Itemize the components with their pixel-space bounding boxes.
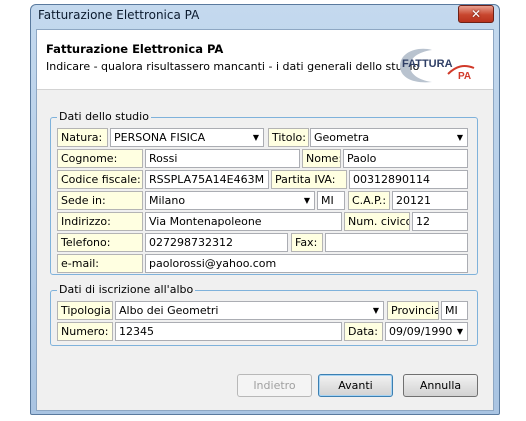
data-value: 09/09/1990 (389, 325, 453, 338)
window-title: Fatturazione Elettronica PA (38, 8, 200, 22)
wizard-subtitle: Indicare - qualora risultassero mancanti… (46, 60, 420, 73)
cognome-field[interactable]: Rossi (145, 149, 300, 168)
numero-field[interactable]: 12345 (115, 322, 342, 341)
fax-field[interactable] (325, 233, 468, 252)
wizard-title: Fatturazione Elettronica PA (46, 42, 224, 56)
cap-field[interactable]: 20121 (392, 191, 468, 210)
tipologia-value: Albo dei Geometri (119, 304, 219, 317)
label-cognome: Cognome: (57, 149, 143, 168)
sede-value: Milano (149, 194, 186, 207)
email-field[interactable]: paolorossi@yahoo.com (145, 254, 468, 273)
data-picker[interactable]: 09/09/1990 ▼ (385, 322, 468, 341)
group-iscrizione-albo-legend: Dati di iscrizione all'albo (57, 283, 196, 296)
label-indirizzo: Indirizzo: (57, 212, 143, 231)
fattura-pa-logo: FATTURA PA (400, 48, 475, 83)
label-fax: Fax: (291, 233, 323, 252)
label-sede: Sede in: (57, 191, 143, 210)
chevron-down-icon: ▼ (252, 133, 259, 142)
natura-select[interactable]: PERSONA FISICA ▼ (110, 128, 264, 147)
telefono-field[interactable]: 027298732312 (145, 233, 288, 252)
label-numero: Numero: (57, 322, 113, 341)
label-nome: Nome: (302, 149, 341, 168)
label-num-civico: Num. civico: (344, 212, 410, 231)
chevron-down-icon: ▼ (456, 133, 463, 142)
logo-sub: PA (458, 71, 471, 82)
next-button[interactable]: Avanti (318, 374, 393, 397)
logo-text: FATTURA (402, 58, 453, 70)
label-tipologia: Tipologia: (57, 301, 113, 320)
indirizzo-field[interactable]: Via Montenapoleone (145, 212, 342, 231)
label-email: e-mail: (57, 254, 143, 273)
label-cap: C.A.P.: (348, 191, 390, 210)
chevron-down-icon: ▼ (372, 306, 379, 315)
close-button[interactable]: ✕ (458, 5, 494, 23)
label-natura: Natura: (57, 128, 108, 147)
cancel-button[interactable]: Annulla (403, 374, 478, 397)
label-codice-fiscale: Codice fiscale: (57, 170, 143, 189)
num-civico-field[interactable]: 12 (412, 212, 468, 231)
natura-value: PERSONA FISICA (114, 131, 206, 144)
label-data: Data: (344, 322, 383, 341)
chevron-down-icon: ▼ (456, 327, 463, 336)
label-telefono: Telefono: (57, 233, 143, 252)
sede-provincia-field[interactable]: MI (317, 191, 345, 210)
titolo-value: Geometra (314, 131, 370, 144)
nome-field[interactable]: Paolo (343, 149, 468, 168)
group-dati-studio-legend: Dati dello studio (57, 110, 151, 123)
provincia-field[interactable]: MI (441, 301, 468, 320)
label-partita-iva: Partita IVA: (271, 170, 347, 189)
titolo-select[interactable]: Geometra ▼ (310, 128, 468, 147)
sede-select[interactable]: Milano ▼ (145, 191, 315, 210)
tipologia-select[interactable]: Albo dei Geometri ▼ (115, 301, 384, 320)
back-button[interactable]: Indietro (237, 374, 312, 397)
codice-fiscale-field[interactable]: RSSPLA75A14E463M (145, 170, 269, 189)
chevron-down-icon: ▼ (303, 196, 310, 205)
partita-iva-field[interactable]: 00312890114 (349, 170, 468, 189)
label-titolo: Titolo: (268, 128, 309, 147)
label-provincia: Provincia: (387, 301, 439, 320)
